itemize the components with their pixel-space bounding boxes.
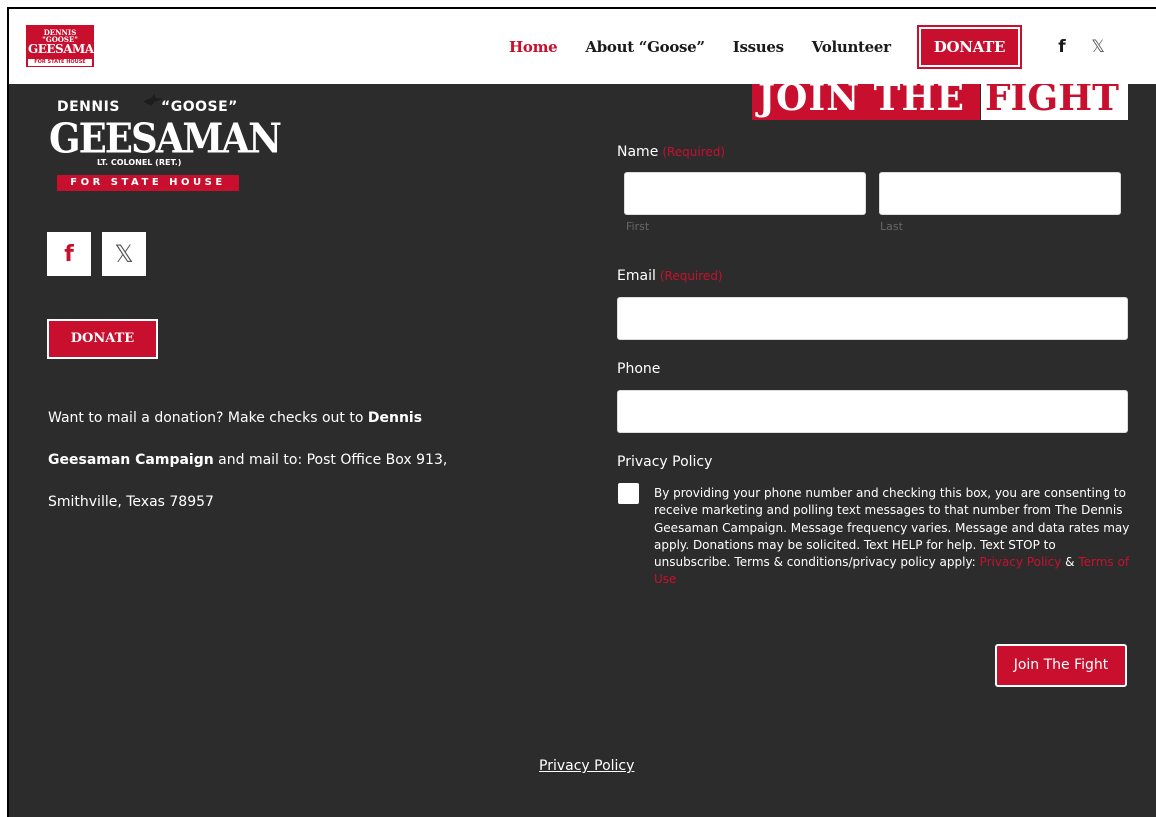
mail-donation-text: Want to mail a donation? Make checks out… — [48, 397, 508, 523]
footer-privacy-policy-link[interactable]: Privacy Policy — [539, 758, 634, 774]
email-input[interactable] — [617, 297, 1128, 340]
site-logo[interactable]: DENNIS "GOOSE" GEESAMAN FOR STATE HOUSE — [26, 25, 105, 67]
consent-privacy-link[interactable]: Privacy Policy — [980, 555, 1062, 569]
join-the-fight-banner: JOIN THE FIGHT — [752, 84, 1128, 124]
first-sub-label: First — [626, 220, 650, 233]
last-name-input[interactable] — [879, 172, 1121, 215]
banner-red-text: JOIN THE — [752, 84, 980, 120]
facebook-icon[interactable]: f — [47, 232, 91, 276]
nav-volunteer[interactable]: Volunteer — [812, 38, 891, 56]
banner-white-text: FIGHT — [981, 84, 1128, 120]
logo-office: FOR STATE HOUSE — [57, 175, 239, 191]
header-facebook-icon[interactable]: f — [1058, 37, 1065, 57]
nav-about-goose[interactable]: About “Goose” — [585, 38, 705, 56]
donate-button[interactable]: DONATE — [47, 319, 158, 359]
logo-rank: LT. COLONEL (RET.) — [97, 158, 182, 167]
last-sub-label: Last — [880, 220, 903, 233]
main-nav: Home About “Goose” Issues Volunteer DONA… — [509, 9, 1131, 84]
first-name-input[interactable] — [624, 172, 866, 215]
name-label: Name (Required) — [617, 144, 725, 160]
phone-input[interactable] — [617, 390, 1128, 433]
email-label: Email (Required) — [617, 268, 723, 284]
email-required-tag: (Required) — [659, 269, 723, 283]
logo-first-name: DENNIS — [57, 99, 120, 115]
header-x-icon[interactable]: 𝕏 — [1091, 37, 1105, 57]
nav-home[interactable]: Home — [509, 38, 558, 56]
campaign-logo: DENNIS “GOOSE” GEESAMAN LT. COLONEL (RET… — [49, 94, 282, 199]
name-label-text: Name — [617, 144, 659, 160]
phone-label: Phone — [617, 361, 661, 377]
logo-nickname: “GOOSE” — [161, 99, 238, 115]
name-required-tag: (Required) — [662, 145, 726, 159]
logo-line2: GEESAMAN — [28, 42, 105, 56]
site-header: DENNIS "GOOSE" GEESAMAN FOR STATE HOUSE … — [9, 9, 1156, 84]
x-twitter-icon[interactable]: 𝕏 — [102, 232, 146, 276]
join-the-fight-submit-button[interactable]: Join The Fight — [995, 644, 1127, 687]
page-frame: DENNIS "GOOSE" GEESAMAN FOR STATE HOUSE … — [7, 7, 1156, 817]
header-donate-button[interactable]: DONATE — [916, 24, 1023, 69]
email-label-text: Email — [617, 268, 656, 284]
logo-line3: FOR STATE HOUSE — [28, 59, 92, 66]
logo-surname: GEESAMAN — [49, 114, 282, 163]
nav-issues[interactable]: Issues — [733, 38, 784, 56]
consent-text: By providing your phone number and check… — [654, 485, 1132, 589]
privacy-policy-label: Privacy Policy — [617, 454, 713, 470]
consent-amp: & — [1061, 555, 1079, 570]
logo-line1: DENNIS "GOOSE" — [42, 28, 78, 44]
mail-text-pre: Want to mail a donation? Make checks out… — [48, 410, 368, 426]
consent-checkbox[interactable] — [618, 483, 639, 504]
